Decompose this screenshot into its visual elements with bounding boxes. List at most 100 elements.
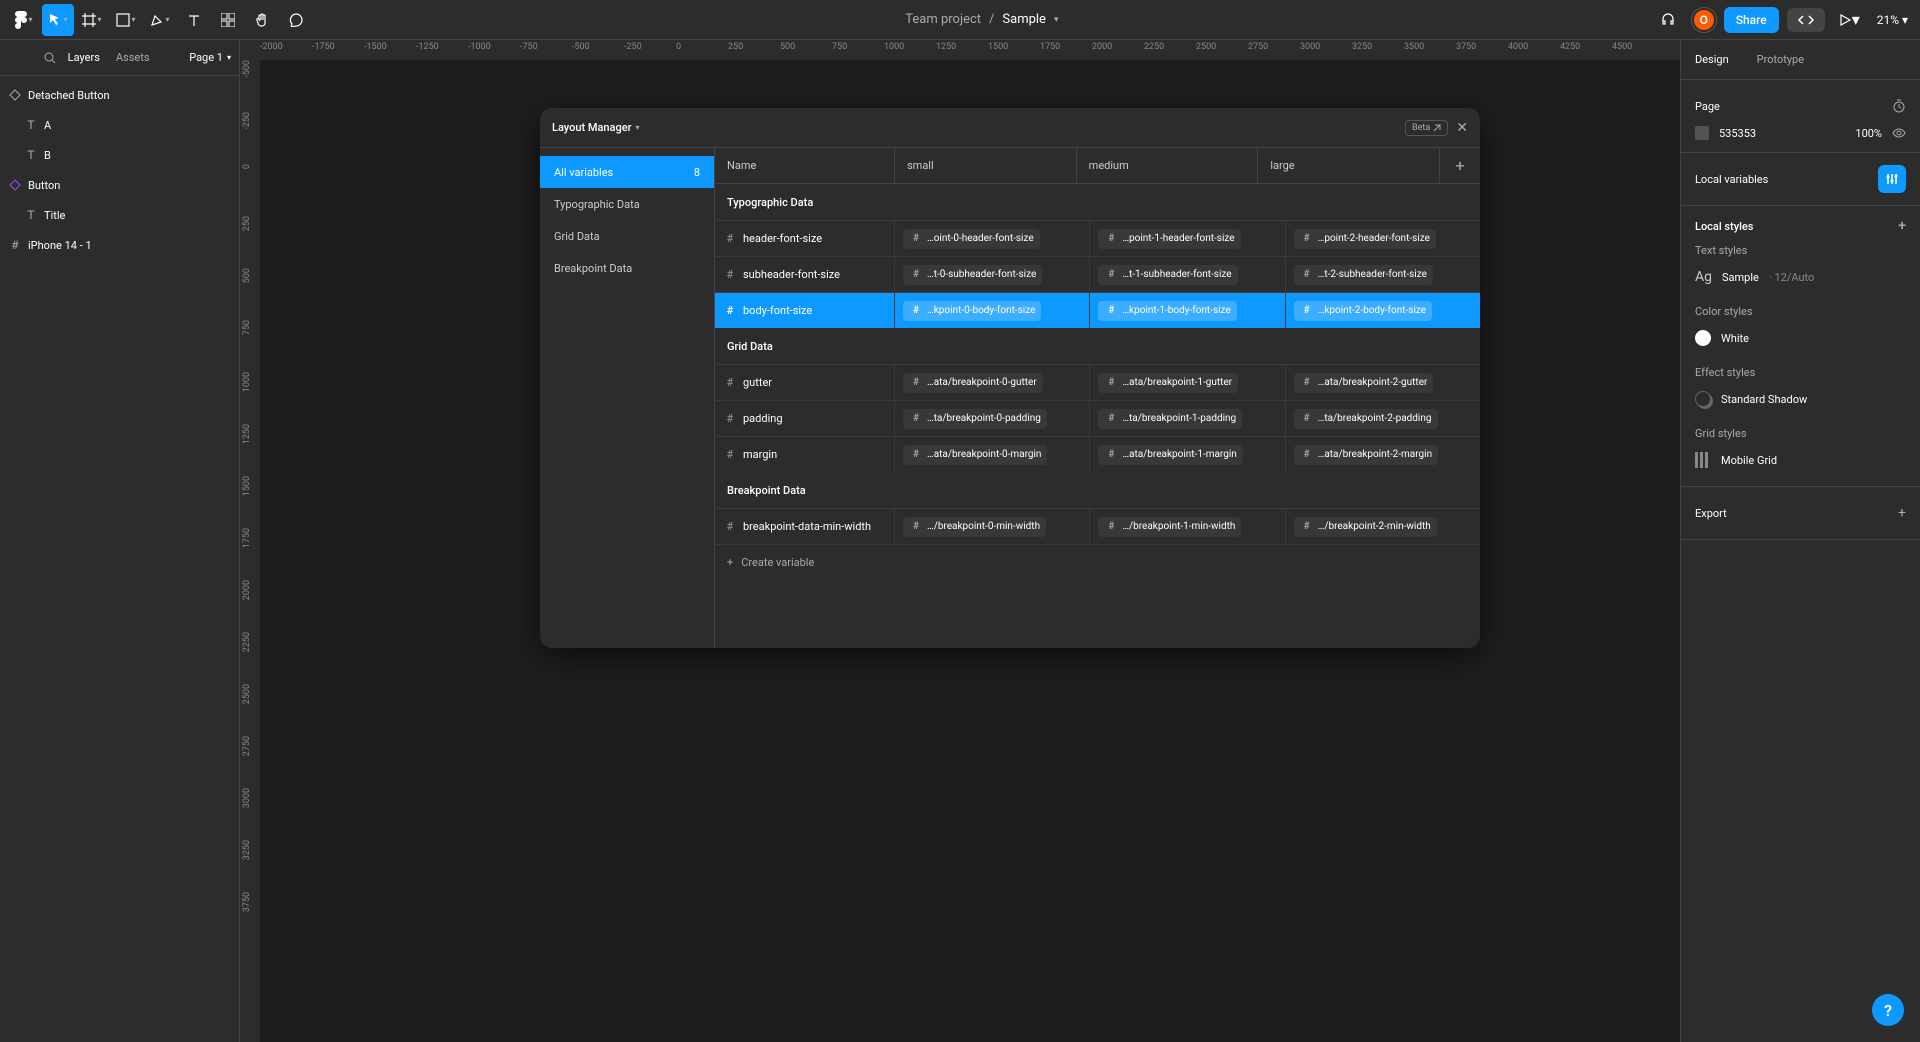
headset-button[interactable]: [1652, 4, 1684, 36]
design-tab[interactable]: Design: [1681, 40, 1743, 79]
alias-chip[interactable]: #…ata/breakpoint-2-gutter: [1294, 373, 1434, 393]
variable-name-cell[interactable]: #subheader-font-size: [715, 257, 895, 292]
alias-chip[interactable]: #…kpoint-0-body-font-size: [903, 301, 1041, 321]
variable-name-cell[interactable]: #breakpoint-data-min-width: [715, 509, 895, 544]
add-mode-button[interactable]: +: [1440, 148, 1480, 183]
variable-value-cell[interactable]: #…t-0-subheader-font-size: [895, 257, 1090, 292]
alias-chip[interactable]: #…/breakpoint-1-min-width: [1098, 517, 1241, 537]
pen-tool-button[interactable]: ▾: [144, 4, 176, 36]
alias-chip[interactable]: #…ata/breakpoint-0-gutter: [903, 373, 1043, 393]
effect-style-shadow[interactable]: Standard Shadow: [1695, 385, 1906, 413]
variable-value-cell[interactable]: #…t-1-subheader-font-size: [1090, 257, 1285, 292]
close-button[interactable]: ✕: [1456, 120, 1468, 136]
variable-row[interactable]: #breakpoint-data-min-width #…/breakpoint-…: [715, 508, 1480, 544]
layer-item[interactable]: TB: [0, 140, 239, 170]
layer-item[interactable]: TA: [0, 110, 239, 140]
color-style-white[interactable]: White: [1695, 324, 1906, 352]
alias-chip[interactable]: #…ata/breakpoint-0-margin: [903, 445, 1047, 465]
add-style-button[interactable]: +: [1898, 218, 1906, 234]
chevron-down-icon[interactable]: ▾: [635, 123, 639, 132]
help-button[interactable]: ?: [1872, 994, 1904, 1026]
variable-row[interactable]: #margin #…ata/breakpoint-0-margin #…ata/br…: [715, 436, 1480, 472]
alias-chip[interactable]: #…/breakpoint-0-min-width: [903, 517, 1046, 537]
variable-value-cell[interactable]: #…point-1-header-font-size: [1090, 221, 1285, 256]
variable-value-cell[interactable]: #…ata/breakpoint-2-margin: [1286, 437, 1480, 472]
variable-value-cell[interactable]: #…ta/breakpoint-2-padding: [1286, 401, 1480, 436]
layer-item[interactable]: #iPhone 14 - 1: [0, 230, 239, 260]
canvas[interactable]: -2000-1750-1500-1250-1000-750-500-250025…: [240, 40, 1680, 1042]
comment-tool-button[interactable]: [280, 4, 312, 36]
alias-chip[interactable]: #…ta/breakpoint-0-padding: [903, 409, 1047, 429]
zoom-level[interactable]: 21% ▾: [1873, 13, 1912, 27]
variable-name-cell[interactable]: #body-font-size: [715, 293, 895, 328]
alias-chip[interactable]: #…/breakpoint-2-min-width: [1294, 517, 1437, 537]
grid-style-mobile[interactable]: Mobile Grid: [1695, 446, 1906, 474]
chevron-down-icon[interactable]: ▾: [1054, 15, 1059, 25]
alias-chip[interactable]: #…ta/breakpoint-1-padding: [1098, 409, 1242, 429]
page-settings-button[interactable]: [1892, 99, 1906, 113]
file-name[interactable]: Sample: [1002, 12, 1046, 27]
assets-tab[interactable]: Assets: [108, 47, 158, 68]
alias-chip[interactable]: #…ta/breakpoint-2-padding: [1294, 409, 1438, 429]
user-avatar[interactable]: O: [1692, 8, 1716, 32]
variable-value-cell[interactable]: #…/breakpoint-1-min-width: [1090, 509, 1285, 544]
layer-item[interactable]: Button: [0, 170, 239, 200]
prototype-tab[interactable]: Prototype: [1743, 40, 1818, 79]
share-button[interactable]: Share: [1724, 7, 1779, 33]
variable-value-cell[interactable]: #…oint-0-header-font-size: [895, 221, 1090, 256]
variable-value-cell[interactable]: #…kpoint-0-body-font-size: [895, 293, 1090, 328]
beta-badge[interactable]: Beta: [1405, 120, 1448, 136]
col-small[interactable]: small: [895, 148, 1077, 183]
variable-value-cell[interactable]: #…point-2-header-font-size: [1286, 221, 1480, 256]
alias-chip[interactable]: #…point-2-header-font-size: [1294, 229, 1436, 249]
variable-value-cell[interactable]: #…/breakpoint-2-min-width: [1286, 509, 1480, 544]
alias-chip[interactable]: #…kpoint-2-body-font-size: [1294, 301, 1432, 321]
frame-tool-button[interactable]: ▾: [76, 4, 108, 36]
page-selector[interactable]: Page 1▾: [189, 51, 231, 64]
move-tool-button[interactable]: ▾: [42, 4, 74, 36]
dev-mode-button[interactable]: [1787, 8, 1825, 32]
variable-value-cell[interactable]: #…t-2-subheader-font-size: [1286, 257, 1480, 292]
shape-tool-button[interactable]: ▾: [110, 4, 142, 36]
variable-row[interactable]: #gutter #…ata/breakpoint-0-gutter #…ata/br…: [715, 364, 1480, 400]
layer-item[interactable]: Detached Button: [0, 80, 239, 110]
alias-chip[interactable]: #…ata/breakpoint-1-gutter: [1098, 373, 1238, 393]
variable-row[interactable]: #subheader-font-size #…t-0-subheader-font…: [715, 256, 1480, 292]
present-button[interactable]: ▾: [1833, 4, 1865, 36]
layer-item[interactable]: TTitle: [0, 200, 239, 230]
alias-chip[interactable]: #…point-1-header-font-size: [1098, 229, 1240, 249]
variable-row[interactable]: #header-font-size#…oint-0-header-font-si…: [715, 220, 1480, 256]
sidebar-group-item[interactable]: Grid Data: [540, 220, 714, 252]
variable-value-cell[interactable]: #…ata/breakpoint-2-gutter: [1286, 365, 1480, 400]
sidebar-all-variables[interactable]: All variables 8: [540, 156, 714, 188]
create-variable-button[interactable]: + Create variable: [715, 544, 1480, 580]
variable-value-cell[interactable]: #…ata/breakpoint-1-margin: [1090, 437, 1285, 472]
layers-tab[interactable]: Layers: [60, 47, 108, 68]
variable-name-cell[interactable]: #gutter: [715, 365, 895, 400]
sidebar-group-item[interactable]: Breakpoint Data: [540, 252, 714, 284]
hand-tool-button[interactable]: [246, 4, 278, 36]
col-large[interactable]: large: [1258, 148, 1440, 183]
text-tool-button[interactable]: [178, 4, 210, 36]
variable-value-cell[interactable]: #…ata/breakpoint-0-margin: [895, 437, 1090, 472]
alias-chip[interactable]: #…oint-0-header-font-size: [903, 229, 1040, 249]
alias-chip[interactable]: #…ata/breakpoint-1-margin: [1098, 445, 1242, 465]
search-button[interactable]: [40, 42, 60, 74]
alias-chip[interactable]: #…t-1-subheader-font-size: [1098, 265, 1237, 285]
team-name[interactable]: Team project: [905, 12, 981, 27]
variable-value-cell[interactable]: #…ta/breakpoint-1-padding: [1090, 401, 1285, 436]
variable-value-cell[interactable]: #…ata/breakpoint-1-gutter: [1090, 365, 1285, 400]
variable-value-cell[interactable]: #…ta/breakpoint-0-padding: [895, 401, 1090, 436]
visibility-toggle[interactable]: [1892, 128, 1906, 138]
col-medium[interactable]: medium: [1077, 148, 1259, 183]
alias-chip[interactable]: #…kpoint-1-body-font-size: [1098, 301, 1236, 321]
local-variables-button[interactable]: [1878, 165, 1906, 193]
variable-name-cell[interactable]: #margin: [715, 437, 895, 472]
variable-row[interactable]: #body-font-size #…kpoint-0-body-font-size…: [715, 292, 1480, 328]
page-bg-opacity[interactable]: 100%: [1855, 127, 1882, 140]
page-bg-hex[interactable]: 535353: [1719, 127, 1756, 140]
alias-chip[interactable]: #…t-0-subheader-font-size: [903, 265, 1042, 285]
variable-value-cell[interactable]: #…kpoint-2-body-font-size: [1286, 293, 1480, 328]
page-bg-swatch[interactable]: [1695, 126, 1709, 140]
figma-menu-button[interactable]: ▾: [8, 4, 40, 36]
